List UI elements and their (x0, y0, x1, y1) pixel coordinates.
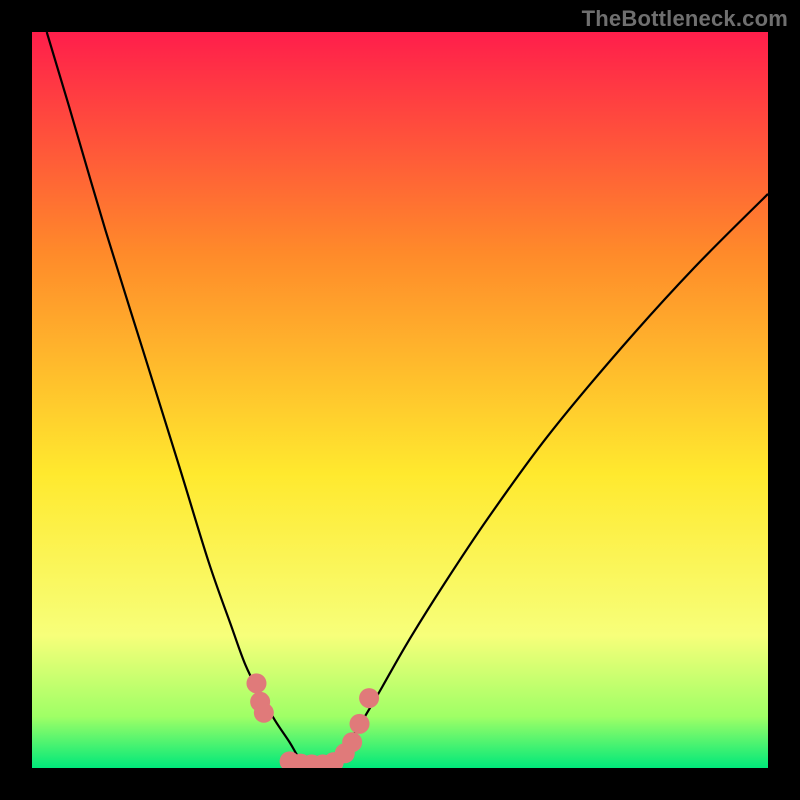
marker-dot (359, 688, 379, 708)
chart-svg (32, 32, 768, 768)
watermark-text: TheBottleneck.com (582, 6, 788, 32)
marker-dot (350, 714, 370, 734)
marker-dot (246, 673, 266, 693)
marker-dot (342, 732, 362, 752)
chart-frame (32, 32, 768, 768)
marker-dot (254, 703, 274, 723)
